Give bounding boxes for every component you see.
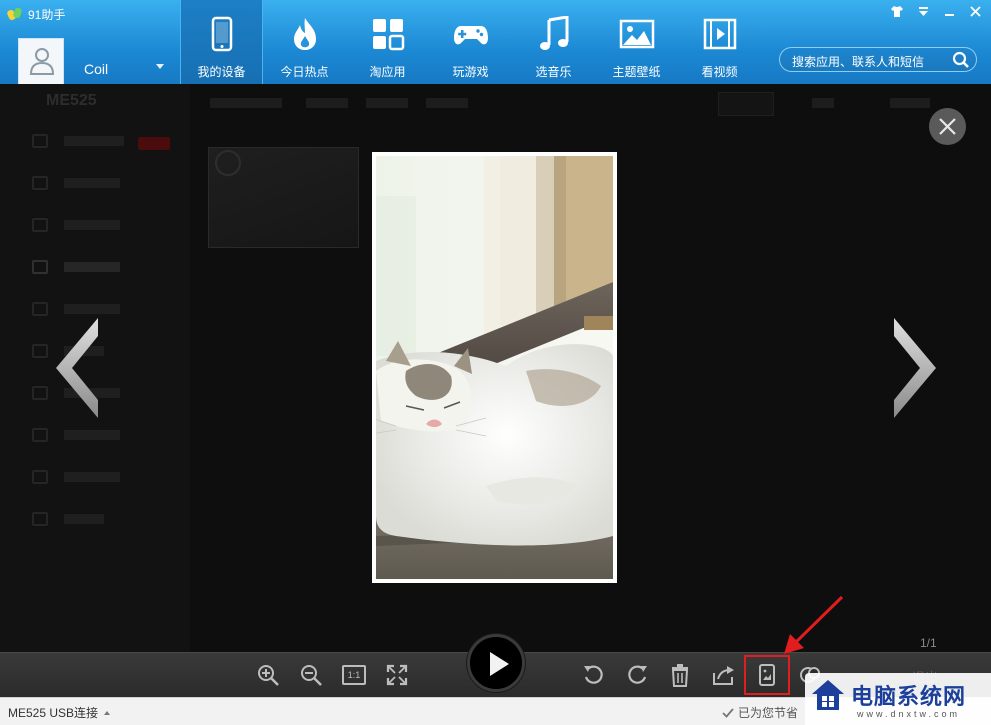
toolbar-ghost-7 xyxy=(890,98,930,108)
nav-apps[interactable]: 淘应用 xyxy=(346,0,429,84)
slideshow-play-button[interactable] xyxy=(467,634,525,692)
sidebar-item xyxy=(32,468,120,486)
film-icon xyxy=(703,18,736,50)
nav-label: 选音乐 xyxy=(535,65,572,79)
image-counter: 1/1 xyxy=(920,636,937,650)
play-icon xyxy=(490,652,509,676)
share-icon[interactable] xyxy=(711,663,735,687)
toolbar-ghost-6 xyxy=(812,98,834,108)
rotate-right-icon[interactable] xyxy=(625,663,649,687)
actual-size-label: 1:1 xyxy=(347,670,361,680)
connection-status[interactable]: ME525 USB连接 xyxy=(8,704,111,721)
photo-frame xyxy=(370,152,617,583)
top-header: 91助手 Coil 我的设备 今日热点 淘应用 玩游戏 选音乐 主题壁纸 看视频… xyxy=(0,0,991,84)
rotate-left-icon[interactable] xyxy=(582,663,606,687)
annotation-red-arrow-icon xyxy=(784,595,844,654)
user-menu-caret-icon[interactable] xyxy=(156,64,164,69)
avatar[interactable] xyxy=(18,38,64,84)
zoom-out-icon[interactable] xyxy=(299,663,323,687)
nav-label: 今日热点 xyxy=(280,65,329,79)
search-input[interactable]: 搜索应用、联系人和短信 xyxy=(779,47,977,72)
nav-label: 主题壁纸 xyxy=(612,65,661,79)
user-icon xyxy=(29,48,55,75)
saved-text: 已为您节省 xyxy=(738,706,799,720)
caret-up-icon xyxy=(104,710,111,715)
watermark: 电脑系统网 www.dnxtw.com xyxy=(805,673,991,725)
flame-icon xyxy=(293,18,316,50)
app-logo-icon xyxy=(6,6,24,22)
nav-label: 淘应用 xyxy=(369,65,406,79)
device-name: ME525 xyxy=(46,92,97,109)
check-icon xyxy=(215,150,241,176)
nav-video[interactable]: 看视频 xyxy=(678,0,761,84)
sidebar-item xyxy=(32,258,120,276)
nav-my-device[interactable]: 我的设备 xyxy=(180,0,263,84)
watermark-brand: 电脑系统网 xyxy=(851,685,967,710)
toolbar-ghost-5 xyxy=(718,92,774,116)
previous-image-arrow-icon[interactable] xyxy=(54,318,100,418)
sidebar-item xyxy=(32,174,120,192)
app-title: 91助手 xyxy=(6,6,66,23)
nav-label: 我的设备 xyxy=(197,65,246,79)
apps-grid-icon xyxy=(372,19,404,51)
sidebar-item xyxy=(32,426,120,444)
menu-dropdown-icon[interactable] xyxy=(917,6,929,21)
highlight-box xyxy=(744,655,790,695)
toolbar-ghost-4 xyxy=(426,98,468,108)
zoom-in-icon[interactable] xyxy=(256,663,280,687)
music-note-icon xyxy=(539,16,568,50)
window-controls xyxy=(891,6,981,21)
fullscreen-icon[interactable] xyxy=(385,663,409,687)
toolbar-ghost-3 xyxy=(366,98,408,108)
user-name[interactable]: Coil xyxy=(84,61,108,77)
toolbar-ghost-2 xyxy=(306,98,348,108)
sidebar-item xyxy=(32,132,124,150)
house-logo-icon xyxy=(812,680,844,710)
nav-music[interactable]: 选音乐 xyxy=(512,0,595,84)
sidebar-item xyxy=(32,300,120,318)
delete-icon[interactable] xyxy=(668,663,692,687)
nav-today-hot[interactable]: 今日热点 xyxy=(263,0,346,84)
viewer-close-button[interactable] xyxy=(929,108,966,145)
photo-thumbnail xyxy=(208,147,359,248)
savings-status: 已为您节省 xyxy=(722,704,798,721)
gamepad-icon xyxy=(453,26,488,45)
nav-games[interactable]: 玩游戏 xyxy=(429,0,512,84)
main-nav: 我的设备 今日热点 淘应用 玩游戏 选音乐 主题壁纸 看视频 xyxy=(180,0,761,84)
sidebar-item xyxy=(32,216,120,234)
phone-icon xyxy=(211,16,232,52)
search-placeholder: 搜索应用、联系人和短信 xyxy=(792,55,925,69)
nav-wallpaper[interactable]: 主题壁纸 xyxy=(595,0,678,84)
cat-photo[interactable] xyxy=(370,156,613,579)
watermark-url: www.dnxtw.com xyxy=(857,709,961,719)
next-image-arrow-icon[interactable] xyxy=(892,318,938,418)
checkmark-icon xyxy=(722,707,734,718)
close-icon xyxy=(939,118,956,135)
skin-shirt-icon[interactable] xyxy=(891,6,903,21)
window-close-icon[interactable] xyxy=(969,6,981,21)
minimize-icon[interactable] xyxy=(943,6,955,21)
nav-label: 玩游戏 xyxy=(452,65,489,79)
sidebar-item xyxy=(32,510,104,528)
picture-icon xyxy=(619,19,654,49)
connection-text: ME525 USB连接 xyxy=(8,706,99,720)
nav-label: 看视频 xyxy=(701,65,738,79)
app-title-text: 91助手 xyxy=(28,8,66,22)
sidebar-badge xyxy=(138,137,170,150)
toolbar-ghost-1 xyxy=(210,98,282,108)
actual-size-button[interactable]: 1:1 xyxy=(342,665,366,685)
search-icon[interactable] xyxy=(952,51,970,69)
